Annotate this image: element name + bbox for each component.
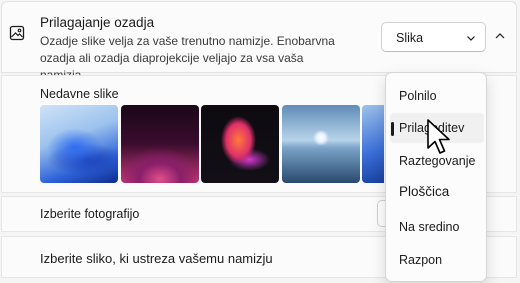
recent-image-thumbnail[interactable] — [121, 105, 199, 183]
image-icon — [9, 25, 25, 41]
choose-fit-label: Izberite sliko, ki ustreza vašemu namizj… — [40, 251, 273, 266]
dropdown-selected-value: Slika — [396, 31, 424, 45]
fit-options-menu: Polnilo Prilagoditev Raztegovanje Plošči… — [385, 72, 487, 282]
recent-image-thumbnail[interactable] — [362, 105, 384, 183]
recent-image-thumbnail[interactable] — [282, 105, 360, 183]
menu-item-span[interactable]: Razpon — [390, 245, 484, 275]
menu-item-center[interactable]: Na sredino — [390, 212, 484, 242]
selected-indicator — [391, 122, 394, 136]
settings-panel: Prilagajanje ozadja Ozadje slike velja z… — [0, 0, 520, 283]
mouse-cursor-icon — [427, 119, 450, 154]
menu-item-label: Ploščica — [399, 184, 450, 199]
menu-item-label: Razpon — [399, 253, 443, 267]
chevron-down-icon — [467, 36, 475, 41]
menu-item-tile[interactable]: Ploščica — [390, 177, 484, 207]
background-type-dropdown[interactable]: Slika — [381, 22, 486, 52]
recent-images-label: Nedavne slike — [40, 87, 119, 101]
menu-item-label: Na sredino — [399, 220, 460, 234]
chevron-up-icon[interactable] — [494, 32, 506, 40]
recent-image-thumbnail[interactable] — [201, 105, 279, 183]
recent-image-thumbnail[interactable] — [40, 105, 118, 183]
menu-item-fill[interactable]: Polnilo — [390, 81, 484, 111]
choose-photo-label: Izberite fotografijo — [40, 207, 140, 221]
section-title: Prilagajanje ozadja — [40, 15, 155, 30]
menu-item-label: Polnilo — [399, 89, 437, 103]
